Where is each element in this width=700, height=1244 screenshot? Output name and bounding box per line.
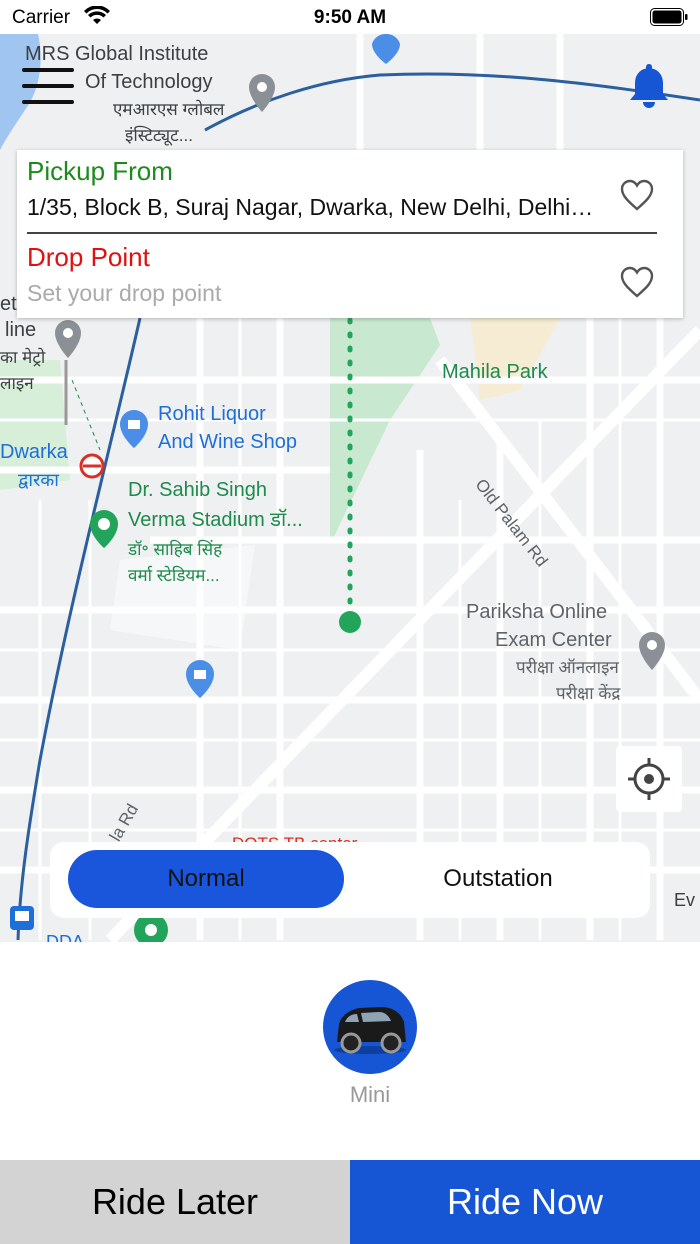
pickup-marker bbox=[339, 611, 361, 633]
map-label: et bbox=[0, 293, 17, 315]
favorite-drop-heart-icon[interactable] bbox=[619, 265, 655, 299]
map-label: द्वारका bbox=[18, 470, 59, 490]
current-location-button[interactable] bbox=[616, 746, 682, 812]
map-label: एमआरएस ग्लोबल bbox=[113, 100, 225, 119]
map-label: परीक्षा ऑनलाइन bbox=[516, 658, 619, 677]
map-label: Exam Center bbox=[495, 629, 612, 651]
map-label: लाइन bbox=[0, 374, 34, 393]
favorite-pickup-heart-icon[interactable] bbox=[619, 178, 655, 212]
map-label: Mahila Park bbox=[442, 361, 548, 383]
crosshair-icon bbox=[628, 758, 670, 800]
map-label: line bbox=[5, 319, 37, 341]
battery-icon bbox=[650, 8, 688, 26]
clock: 9:50 AM bbox=[313, 7, 387, 28]
vehicle-label: Mini bbox=[349, 1082, 391, 1107]
map-label: MRS Global Institute bbox=[25, 43, 209, 65]
metro-line-north bbox=[204, 72, 700, 132]
notification-bell-icon[interactable] bbox=[628, 62, 670, 110]
map-label: वर्मा स्टेडियम... bbox=[128, 566, 220, 585]
vehicle-option-mini[interactable] bbox=[323, 980, 417, 1074]
map-label: Of Technology bbox=[85, 71, 213, 93]
map-label: डॉ॰ साहिब सिंह bbox=[128, 540, 223, 559]
map-label: Pariksha Online bbox=[466, 601, 608, 623]
map-label: परीक्षा केंद्र bbox=[556, 684, 621, 703]
status-bar: Carrier 9:50 AM bbox=[0, 0, 700, 34]
address-card: Pickup From 1/35, Block B, Suraj Nagar, … bbox=[17, 150, 683, 318]
map-label: DDA bbox=[46, 932, 85, 942]
trip-type-segmented-control: Normal Outstation bbox=[50, 842, 650, 918]
map-label: इंस्टिट्यूट... bbox=[125, 126, 193, 145]
map-label: Ev bbox=[674, 890, 696, 910]
shop-pin bbox=[186, 660, 214, 698]
map-label: And Wine Shop bbox=[158, 431, 297, 453]
ride-now-button[interactable]: Ride Now bbox=[350, 1160, 700, 1244]
map-label: Rohit Liquor bbox=[158, 403, 266, 425]
ride-later-button[interactable]: Ride Later bbox=[0, 1160, 350, 1244]
commercial-area bbox=[470, 318, 560, 400]
hamburger-menu-icon[interactable] bbox=[22, 66, 74, 106]
map-label: Dwarka bbox=[0, 441, 68, 463]
car-icon bbox=[334, 1007, 406, 1054]
pickup-address-field[interactable]: 1/35, Block B, Suraj Nagar, Dwarka, New … bbox=[27, 194, 597, 221]
map-label: का मेट्रो bbox=[0, 348, 46, 367]
pickup-divider bbox=[27, 232, 657, 234]
nav-pin bbox=[372, 34, 400, 64]
shop-pin bbox=[120, 410, 148, 448]
drop-point-input[interactable]: Set your drop point bbox=[27, 280, 587, 307]
map-label: Dr. Sahib Singh bbox=[128, 479, 267, 501]
segment-outstation[interactable]: Outstation bbox=[360, 850, 636, 908]
pickup-label: Pickup From bbox=[27, 156, 173, 186]
place-pin bbox=[55, 320, 81, 358]
map-label: Verma Stadium डॉ... bbox=[128, 509, 303, 531]
segment-normal[interactable]: Normal bbox=[68, 850, 344, 908]
drop-label: Drop Point bbox=[27, 242, 150, 272]
stadium-pin bbox=[90, 510, 118, 548]
